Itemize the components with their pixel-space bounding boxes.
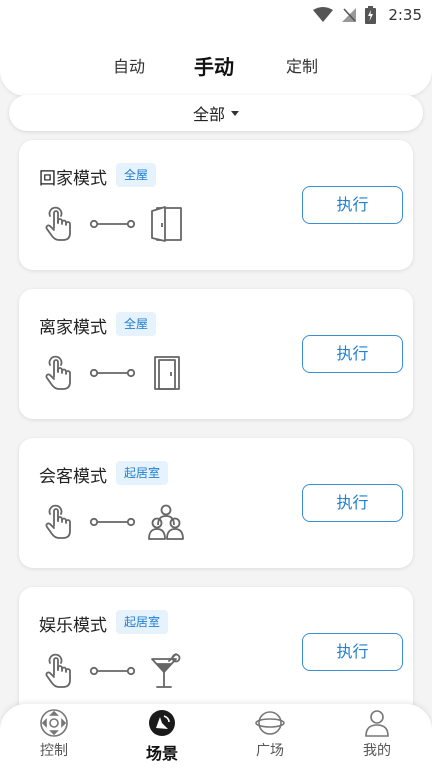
execute-button[interactable]: 执行: [302, 186, 403, 224]
touch-icon: [45, 653, 71, 688]
dpad-icon: [40, 709, 68, 737]
link-connector-icon: [89, 368, 136, 378]
tab-auto[interactable]: 自动: [113, 30, 145, 96]
tab-custom[interactable]: 定制: [286, 30, 318, 96]
nav-label: 控制: [40, 743, 68, 759]
touch-icon: [45, 504, 71, 539]
filter-label: 全部: [192, 105, 225, 124]
link-connector-icon: [89, 517, 136, 527]
scene-room-badge: 全屋: [116, 163, 157, 187]
scene-card[interactable]: 娱乐模式 起居室 执行: [19, 587, 413, 717]
nav-item-mine[interactable]: 我的: [342, 708, 412, 764]
scene-card[interactable]: 回家模式 全屋 执行: [19, 140, 413, 270]
top-tab-bar: 自动 手动 定制: [0, 30, 432, 96]
execute-button[interactable]: 执行: [302, 633, 403, 671]
status-time: 2:35: [388, 6, 422, 24]
scene-card[interactable]: 会客模式 起居室 执行: [19, 438, 413, 568]
nav-label: 场景: [145, 744, 178, 763]
nav-label: 广场: [256, 743, 284, 759]
link-connector-icon: [89, 219, 136, 229]
nav-item-control[interactable]: 控制: [19, 708, 89, 764]
scene-flow: [43, 651, 183, 691]
touch-icon: [45, 355, 71, 390]
scene-title: 会客模式: [39, 467, 107, 487]
scene-room-badge: 起居室: [116, 610, 169, 634]
door-open-icon: [151, 206, 182, 242]
execute-button[interactable]: 执行: [302, 484, 403, 522]
execute-button[interactable]: 执行: [302, 335, 403, 373]
scene-card[interactable]: 离家模式 全屋 执行: [19, 289, 413, 419]
planet-icon: [255, 711, 285, 735]
room-filter-dropdown[interactable]: 全部: [9, 95, 423, 131]
no-signal-icon: [342, 8, 357, 22]
scene-title: 娱乐模式: [39, 616, 107, 636]
scene-flow: [43, 204, 185, 244]
scene-icon: [149, 710, 175, 736]
link-connector-icon: [89, 666, 136, 676]
status-bar: 2:35: [0, 0, 432, 30]
door-closed-icon: [154, 356, 180, 390]
people-icon: [148, 504, 184, 540]
wifi-icon: [313, 7, 334, 22]
user-icon: [365, 710, 389, 737]
bottom-nav: 控制 场景 广场 我的: [0, 704, 432, 768]
caret-down-icon: [231, 110, 239, 116]
scene-flow: [43, 353, 185, 393]
nav-label: 我的: [363, 743, 391, 759]
nav-item-scene[interactable]: 场景: [127, 708, 197, 764]
scene-title: 回家模式: [39, 169, 107, 189]
touch-icon: [45, 206, 71, 241]
cocktail-icon: [151, 653, 181, 688]
scene-title: 离家模式: [39, 318, 107, 338]
battery-charging-icon: [365, 6, 377, 24]
tab-manual[interactable]: 手动: [194, 30, 234, 96]
scene-room-badge: 全屋: [116, 312, 157, 336]
scene-flow: [43, 502, 185, 542]
scene-room-badge: 起居室: [116, 461, 169, 485]
nav-item-plaza[interactable]: 广场: [235, 708, 305, 764]
